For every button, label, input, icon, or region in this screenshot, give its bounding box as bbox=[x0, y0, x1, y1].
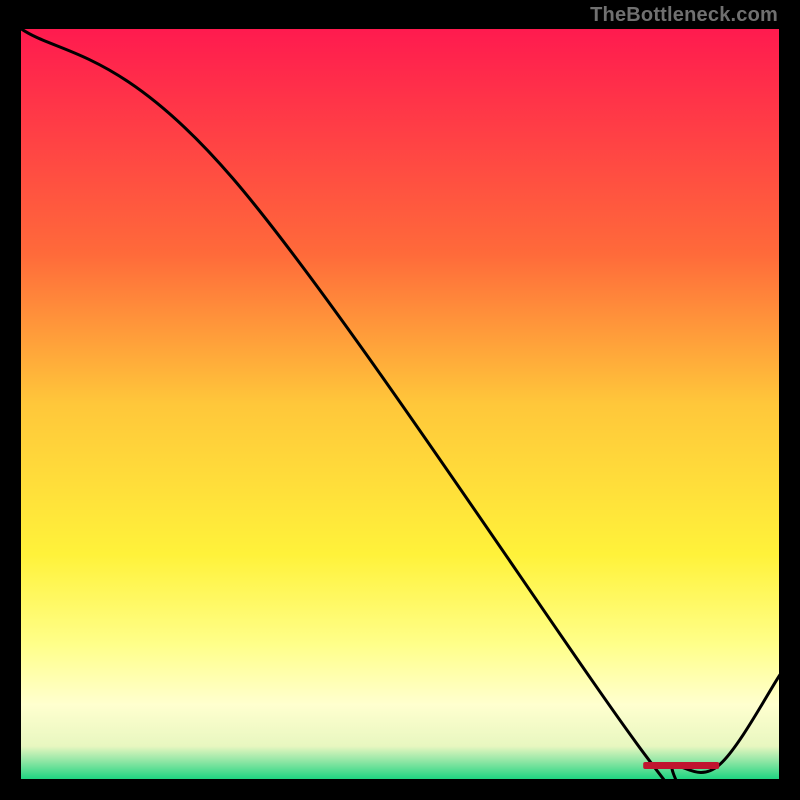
chart-plot-area bbox=[20, 28, 780, 780]
optimum-band-marker bbox=[643, 762, 719, 769]
canvas: TheBottleneck.com bbox=[0, 0, 800, 800]
watermark-text: TheBottleneck.com bbox=[590, 4, 778, 27]
chart-svg bbox=[20, 28, 780, 780]
